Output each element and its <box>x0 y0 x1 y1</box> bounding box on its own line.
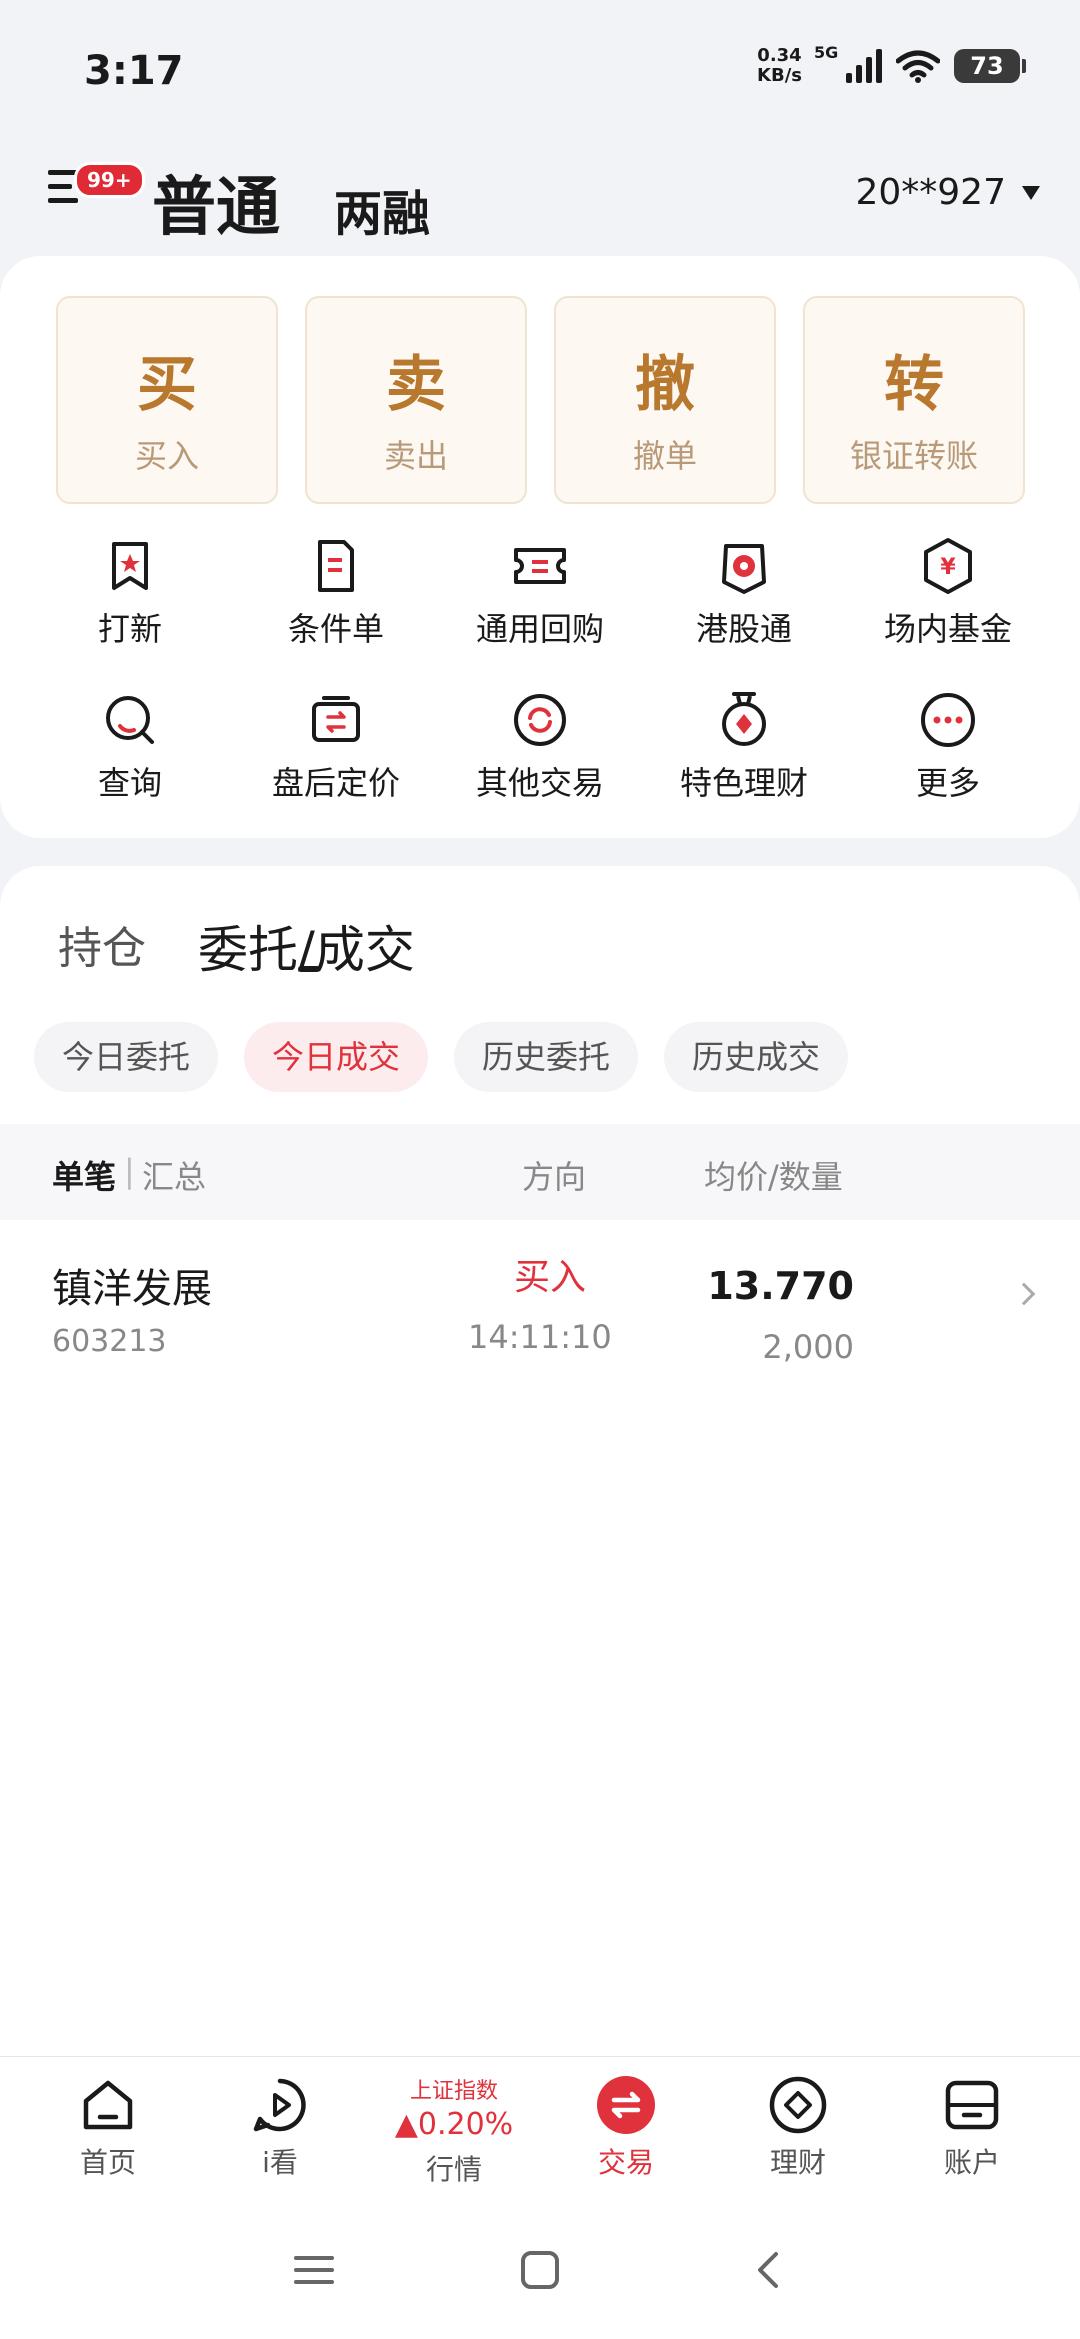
orders-panel: 持仓 委托/成交 今日委托 今日成交 历史委托 历史成交 单笔 | 汇总 方向 … <box>0 866 1080 2056</box>
ticket-icon <box>514 548 566 584</box>
sell-button[interactable]: 卖 卖出 <box>305 296 527 504</box>
table-row[interactable]: 镇洋发展 603213 买入 14:11:10 13.770 2,000 <box>0 1220 1080 1370</box>
nav-finance[interactable]: 理财 <box>728 2075 868 2181</box>
medal-icon <box>722 692 766 746</box>
nav-account[interactable]: 账户 <box>902 2075 1042 2181</box>
refresh-circle-icon <box>514 694 566 746</box>
toggle-summary[interactable]: 汇总 <box>142 1152 206 1198</box>
battery-icon: 73 <box>954 49 1026 83</box>
grid-etf-fund[interactable]: ¥ 场内基金 <box>848 536 1048 666</box>
status-icons: 0.34 KB/s 5G 73 <box>757 43 1026 86</box>
cancel-order-button[interactable]: 撤 撤单 <box>554 296 776 504</box>
chip-history-trades[interactable]: 历史成交 <box>664 1022 849 1092</box>
header: 99+ 普通 两融 20**927 <box>0 140 1080 250</box>
avg-price: 13.770 <box>707 1264 854 1308</box>
nav-home[interactable]: 首页 <box>38 2075 178 2181</box>
trade-time: 14:11:10 <box>468 1318 612 1356</box>
trade-actions-card: 买 买入 卖 卖出 撤 撤单 转 银证转账 打新 条件单 通用回购 港股通 ¥ … <box>0 256 1080 838</box>
account-selector[interactable]: 20**927 <box>855 172 1040 213</box>
grid-conditional-order[interactable]: 条件单 <box>236 536 436 666</box>
hk-flower-icon <box>722 544 766 594</box>
home-icon <box>83 2080 133 2130</box>
bottom-nav: 首页 i看 上证指数 ▲0.20% 行情 交易 理财 账户 <box>0 2056 1080 2206</box>
toggle-single[interactable]: 单笔 <box>52 1152 116 1198</box>
grid-query[interactable]: 查询 <box>30 690 230 820</box>
index-change: ▲0.20% <box>394 2107 514 2142</box>
grid-ipo[interactable]: 打新 <box>30 536 230 666</box>
account-icon <box>945 2080 999 2130</box>
buy-button[interactable]: 买 买入 <box>56 296 278 504</box>
tab-margin[interactable]: 两融 <box>334 174 430 244</box>
status-bar: 3:17 0.34 KB/s 5G 73 <box>0 0 1080 130</box>
grid-other-trade[interactable]: 其他交易 <box>440 690 640 820</box>
play-circle-icon <box>253 2078 306 2132</box>
tab-holdings[interactable]: 持仓 <box>58 912 146 976</box>
column-direction: 方向 <box>522 1158 587 1196</box>
document-icon <box>318 540 354 592</box>
grid-more[interactable]: 更多 <box>848 690 1048 820</box>
tab-normal[interactable]: 普通 <box>152 156 280 248</box>
status-time: 3:17 <box>84 48 184 94</box>
chip-history-orders[interactable]: 历史委托 <box>454 1022 639 1092</box>
chevron-right-icon <box>1012 1282 1036 1306</box>
recent-apps-icon[interactable] <box>294 2250 334 2290</box>
more-dots-icon <box>921 693 975 747</box>
exchange-box-icon <box>312 696 360 742</box>
column-price-qty: 均价/数量 <box>704 1158 843 1196</box>
trade-quantity: 2,000 <box>762 1328 854 1366</box>
index-name: 上证指数 <box>409 2079 498 2104</box>
chip-today-orders[interactable]: 今日委托 <box>34 1022 219 1092</box>
grid-repo[interactable]: 通用回购 <box>440 536 640 666</box>
nav-market[interactable]: 上证指数 ▲0.20% 行情 <box>384 2067 524 2188</box>
account-number: 20**927 <box>855 172 1006 213</box>
grid-hk-connect[interactable]: 港股通 <box>644 536 844 666</box>
grid-after-hours[interactable]: 盘后定价 <box>236 690 436 820</box>
svg-text:¥: ¥ <box>940 555 956 580</box>
notification-badge: 99+ <box>74 162 145 198</box>
nav-ikan[interactable]: i看 <box>210 2075 350 2181</box>
stock-code: 603213 <box>52 1324 167 1359</box>
table-header: 单笔 | 汇总 方向 均价/数量 <box>0 1124 1080 1220</box>
trade-direction: 买入 <box>514 1257 587 1298</box>
signal-icon: 5G <box>814 43 882 83</box>
net-speed: 0.34 KB/s <box>757 45 802 86</box>
system-nav-bar <box>0 2206 1080 2339</box>
search-icon <box>106 696 154 744</box>
active-tab-indicator <box>298 966 320 972</box>
home-button-icon[interactable] <box>520 2250 560 2290</box>
back-icon[interactable] <box>748 2250 788 2290</box>
trade-exchange-icon <box>597 2076 655 2134</box>
diamond-circle-icon <box>769 2076 827 2134</box>
wifi-icon <box>896 50 940 83</box>
transfer-button[interactable]: 转 银证转账 <box>803 296 1025 504</box>
chip-today-trades[interactable]: 今日成交 <box>244 1022 429 1092</box>
stock-name: 镇洋发展 <box>52 1266 212 1312</box>
caret-down-icon <box>1022 185 1040 200</box>
grid-special-finance[interactable]: 特色理财 <box>644 690 844 820</box>
yen-hexagon-icon: ¥ <box>924 538 972 594</box>
star-bookmark-icon <box>112 542 148 590</box>
toggle-separator: | <box>124 1152 135 1190</box>
nav-trade[interactable]: 交易 <box>556 2075 696 2181</box>
